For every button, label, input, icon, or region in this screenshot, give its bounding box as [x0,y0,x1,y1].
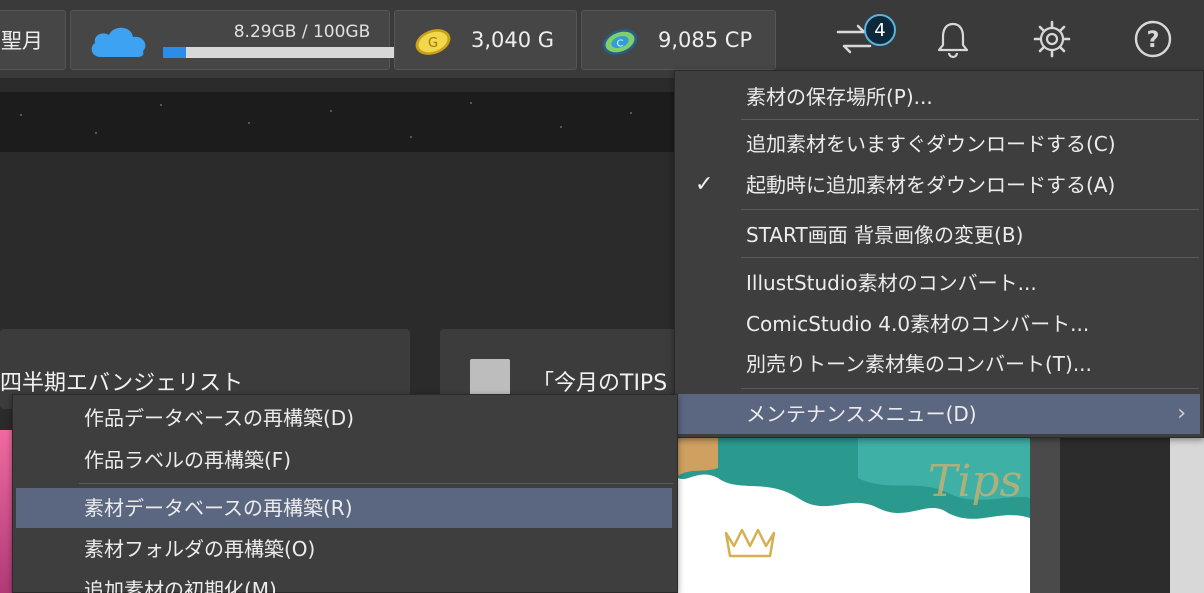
gold-coin-icon: G [415,29,451,55]
chevron-right-icon: › [1177,401,1186,426]
cloud-storage-chip[interactable]: 8.29GB / 100GB [70,10,441,70]
menu-item-rebuild-artwork-labels[interactable]: 作品ラベルの再構築(F) [13,440,677,480]
card-divider [1030,438,1060,593]
menu-item-label: 起動時に追加素材をダウンロードする(A) [746,173,1116,197]
menu-item-rebuild-material-folder[interactable]: 素材フォルダの再構築(O) [13,529,677,569]
cp-balance-chip[interactable]: C 9,085 CP [581,10,776,70]
menu-item-rebuild-artwork-db[interactable]: 作品データベースの再構築(D) [13,398,677,438]
card-thumbnail [470,359,510,399]
menu-item-label: 追加素材をいますぐダウンロードする(C) [746,132,1116,156]
menu-item-maintenance[interactable]: メンテナンスメニュー(D) › [678,394,1200,434]
svg-text:?: ? [1147,28,1160,53]
menu-item-rebuild-material-db[interactable]: 素材データベースの再構築(R) [16,488,672,528]
menu-item-label: ComicStudio 4.0素材のコンバート... [746,312,1090,336]
user-name: 聖月 [1,29,43,53]
menu-item-label: 作品ラベルの再構築(F) [84,448,292,472]
bell-icon[interactable] [932,18,974,60]
help-icon[interactable]: ? [1132,18,1174,60]
menu-item-download-now[interactable]: 追加素材をいますぐダウンロードする(C) [675,124,1203,164]
tips-illustration: Tips [678,438,1030,558]
banner-image [0,92,680,152]
menu-item-convert-illuststudio[interactable]: IllustStudio素材のコンバート... [675,263,1203,303]
settings-dropdown-menu: 素材の保存場所(P)... 追加素材をいますぐダウンロードする(C) ✓ 起動時… [674,70,1204,438]
card-title: 「今月のTIPS [532,371,668,396]
sync-count-badge: 4 [864,14,896,46]
menu-item-label: 追加素材の初期化(M) [84,578,277,593]
settings-gear-icon[interactable] [1031,18,1073,60]
gold-balance-chip[interactable]: G 3,040 G [394,10,577,70]
cloud-icon [91,27,146,57]
menu-separator [741,388,1199,389]
cp-coin-icon: C [602,29,638,55]
scrollbar-track[interactable] [1170,438,1204,593]
svg-text:Tips: Tips [928,456,1022,507]
menu-separator [741,119,1199,120]
top-bar: 聖月 8.29GB / 100GB G 3,040 G C 9,085 CP 4 [0,0,1204,78]
tips-card-image[interactable]: Tips [678,438,1030,593]
menu-item-reset-additional-materials[interactable]: 追加素材の初期化(M) [13,570,677,593]
menu-item-label: 素材フォルダの再構築(O) [84,537,316,561]
storage-usage-fill [163,47,187,58]
menu-item-label: START画面 背景画像の変更(B) [746,223,1024,247]
checkmark-icon: ✓ [695,172,714,197]
menu-item-convert-comicstudio[interactable]: ComicStudio 4.0素材のコンバート... [675,304,1203,344]
menu-separator [741,257,1199,258]
gold-balance: 3,040 G [471,28,555,52]
menu-item-label: IllustStudio素材のコンバート... [746,271,1037,295]
card-title: 四半期エバンジェリスト [0,371,244,396]
menu-separator [741,209,1199,210]
cp-balance: 9,085 CP [658,28,753,52]
menu-item-label: メンテナンスメニュー(D) [746,402,977,426]
menu-item-convert-tone-collection[interactable]: 別売りトーン素材集のコンバート(T)... [675,344,1203,384]
menu-item-label: 別売りトーン素材集のコンバート(T)... [746,352,1092,376]
menu-item-material-location[interactable]: 素材の保存場所(P)... [675,77,1203,117]
svg-text:G: G [428,36,438,51]
menu-item-label: 素材データベースの再構築(R) [84,496,353,520]
menu-item-download-on-startup[interactable]: ✓ 起動時に追加素材をダウンロードする(A) [675,165,1203,205]
menu-item-label: 素材の保存場所(P)... [746,85,933,109]
user-name-chip[interactable]: 聖月 [0,10,66,70]
menu-item-label: 作品データベースの再構築(D) [84,406,355,430]
menu-separator [79,483,673,484]
menu-item-change-start-background[interactable]: START画面 背景画像の変更(B) [675,215,1203,255]
svg-text:C: C [617,39,624,50]
maintenance-submenu: 作品データベースの再構築(D) 作品ラベルの再構築(F) 素材データベースの再構… [12,394,678,593]
background-panel [1060,438,1170,593]
